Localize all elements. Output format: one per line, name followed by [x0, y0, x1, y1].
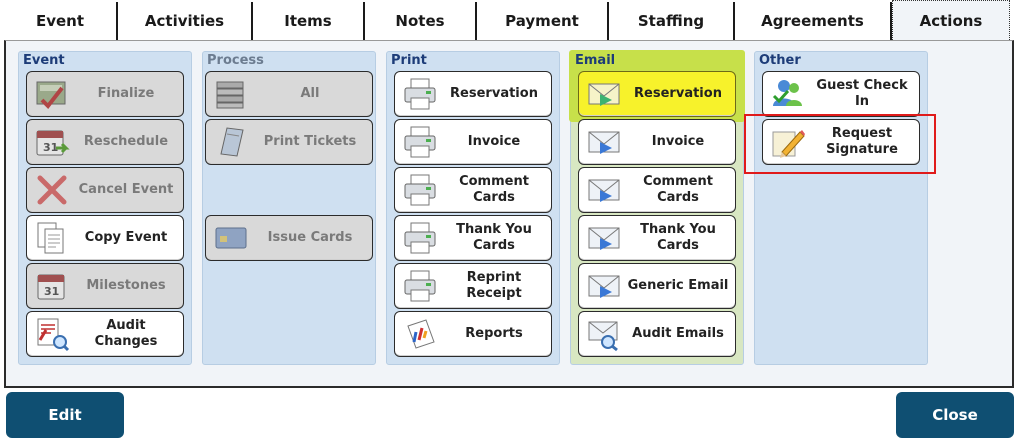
email-invoice-button[interactable]: Invoice	[578, 119, 736, 165]
annotation-highlight-box	[744, 114, 936, 174]
printer-icon	[399, 265, 441, 307]
finalize-label: Finalize	[97, 86, 155, 101]
reschedule-button[interactable]: 31 Reschedule	[26, 119, 184, 165]
printer-icon	[399, 121, 441, 163]
milestones-label: Milestones	[86, 278, 166, 293]
copy-event-label: Copy Event	[84, 230, 168, 245]
print-tickets-button[interactable]: Print Tickets	[205, 119, 373, 165]
tab-payment[interactable]: Payment	[477, 2, 609, 40]
audit-emails-label: Audit Emails	[632, 326, 724, 341]
envelope-send-icon	[583, 265, 625, 307]
tab-actions[interactable]: Actions	[892, 0, 1010, 40]
copy-event-button[interactable]: Copy Event	[26, 215, 184, 261]
other-group-title: Other	[759, 53, 801, 68]
email-thank-you-cards-label: Thank You Cards	[640, 222, 716, 253]
process-all-label: All	[300, 86, 320, 101]
reports-button[interactable]: Reports	[394, 311, 552, 357]
process-group-title: Process	[207, 53, 264, 68]
reports-chart-icon	[399, 313, 441, 355]
envelope-send-icon	[583, 217, 625, 259]
email-group: Email Reservation Invoice Comment Cards …	[569, 50, 745, 365]
tab-agreements[interactable]: Agreements	[735, 2, 892, 40]
envelope-send-icon	[583, 121, 625, 163]
copy-documents-icon	[31, 217, 73, 259]
envelope-send-icon	[583, 169, 625, 211]
email-reservation-button[interactable]: Reservation	[578, 71, 736, 117]
tab-staffing[interactable]: Staffing	[609, 2, 735, 40]
tab-items[interactable]: Items	[253, 2, 365, 40]
reports-label: Reports	[465, 326, 523, 341]
generic-email-label: Generic Email	[627, 278, 729, 293]
milestones-button[interactable]: 31 Milestones	[26, 263, 184, 309]
printer-icon	[399, 73, 441, 115]
audit-emails-button[interactable]: Audit Emails	[578, 311, 736, 357]
print-group: Print Reservation Invoice Comment Cards …	[386, 51, 560, 365]
guest-check-in-label: Guest Check In	[816, 78, 908, 109]
print-group-title: Print	[391, 53, 427, 68]
issue-cards-label: Issue Cards	[267, 230, 353, 245]
reprint-receipt-label: Reprint Receipt	[466, 270, 522, 301]
actions-panel: Event Finalize 31 Reschedule Cancel Even…	[4, 40, 1014, 388]
print-invoice-label: Invoice	[467, 134, 521, 149]
event-group: Event Finalize 31 Reschedule Cancel Even…	[18, 51, 192, 365]
print-thank-you-cards-button[interactable]: Thank You Cards	[394, 215, 552, 261]
print-reservation-label: Reservation	[450, 86, 538, 101]
print-comment-cards-label: Comment Cards	[459, 174, 529, 205]
event-group-title: Event	[23, 53, 65, 68]
print-tickets-label: Print Tickets	[263, 134, 357, 149]
audit-changes-icon	[31, 313, 73, 355]
print-comment-cards-button[interactable]: Comment Cards	[394, 167, 552, 213]
tab-activities[interactable]: Activities	[118, 2, 253, 40]
finalize-icon	[31, 73, 73, 115]
issue-cards-button[interactable]: Issue Cards	[205, 215, 373, 261]
print-reservation-button[interactable]: Reservation	[394, 71, 552, 117]
smart-card-icon	[210, 217, 252, 259]
cancel-event-label: Cancel Event	[78, 182, 174, 197]
stack-papers-icon	[210, 73, 252, 115]
process-all-button[interactable]: All	[205, 71, 373, 117]
finalize-button[interactable]: Finalize	[26, 71, 184, 117]
envelope-send-icon	[583, 73, 625, 115]
generic-email-button[interactable]: Generic Email	[578, 263, 736, 309]
users-check-icon	[767, 73, 809, 115]
other-group: Other Guest Check In Request Signature	[754, 51, 928, 365]
email-reservation-label: Reservation	[634, 86, 722, 101]
audit-changes-button[interactable]: Audit Changes	[26, 311, 184, 357]
email-comment-cards-label: Comment Cards	[643, 174, 713, 205]
printer-icon	[399, 169, 441, 211]
cancel-x-icon	[31, 169, 73, 211]
print-invoice-button[interactable]: Invoice	[394, 119, 552, 165]
email-comment-cards-button[interactable]: Comment Cards	[578, 167, 736, 213]
tab-event[interactable]: Event	[4, 2, 118, 40]
email-group-title: Email	[575, 53, 616, 68]
reschedule-label: Reschedule	[83, 134, 169, 149]
process-group: Process All Print Tickets Issue Cards	[202, 51, 376, 365]
ticket-book-icon	[210, 121, 252, 163]
tab-notes[interactable]: Notes	[365, 2, 477, 40]
print-thank-you-cards-label: Thank You Cards	[456, 222, 532, 253]
calendar-icon: 31	[31, 121, 73, 163]
email-invoice-label: Invoice	[651, 134, 705, 149]
svg-text:31: 31	[44, 285, 59, 298]
envelope-search-icon	[583, 313, 625, 355]
reprint-receipt-button[interactable]: Reprint Receipt	[394, 263, 552, 309]
close-button[interactable]: Close	[896, 392, 1014, 438]
edit-button[interactable]: Edit	[6, 392, 124, 438]
tab-bar: Event Activities Items Notes Payment Sta…	[0, 0, 1018, 40]
calendar-icon: 31	[31, 265, 73, 307]
guest-check-in-button[interactable]: Guest Check In	[762, 71, 920, 117]
audit-changes-label: Audit Changes	[94, 318, 158, 349]
email-thank-you-cards-button[interactable]: Thank You Cards	[578, 215, 736, 261]
printer-icon	[399, 217, 441, 259]
cancel-event-button[interactable]: Cancel Event	[26, 167, 184, 213]
